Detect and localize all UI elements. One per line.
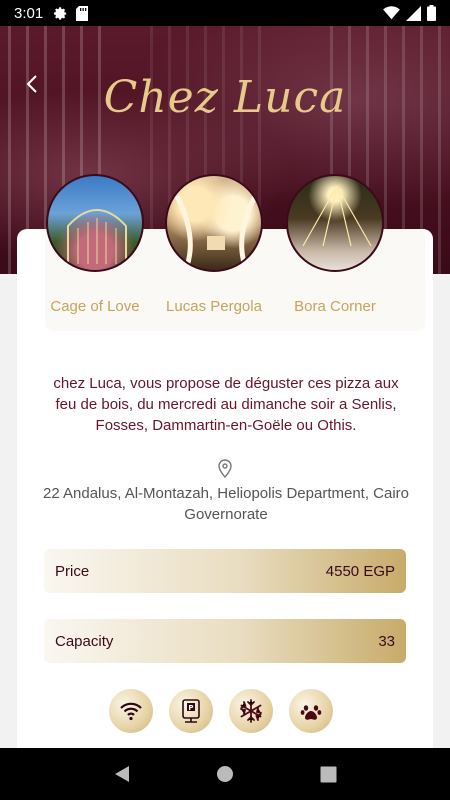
pets-allowed-icon [300,705,322,720]
battery-icon [427,5,436,21]
capacity-label: Capacity [55,632,114,650]
amenity-air-conditioning[interactable] [229,689,273,733]
venue-details-card: Cage of Love Lucas Pergola Bora Corner c… [17,174,433,759]
category-image [46,174,144,272]
nav-recents-button[interactable] [313,759,343,789]
system-navigation-bar [0,748,450,800]
price-label: Price [55,562,90,580]
category-image [165,174,263,272]
category-label: Lucas Pergola [166,298,262,315]
price-value: 4550 EGP [325,562,395,580]
category-cage-of-love[interactable]: Cage of Love [40,174,150,315]
wifi-signal-icon [383,6,400,20]
amenity-wifi[interactable] [109,689,153,733]
venue-description: chez Luca, vous propose de déguster ces … [53,375,399,434]
capacity-row: Capacity 33 [44,619,406,663]
status-time: 3:01 [14,4,44,22]
parking-icon: P [182,699,200,723]
cell-signal-icon [406,5,421,21]
capacity-value: 33 [378,632,395,650]
nav-home-button[interactable] [210,759,240,789]
price-row: Price 4550 EGP [44,549,406,593]
settings-icon [54,6,67,20]
category-image [286,174,384,272]
category-label: Cage of Love [50,298,140,315]
wifi-icon [120,702,142,721]
circle-home-icon [216,766,233,782]
amenity-parking[interactable]: P [169,689,213,733]
amenity-pets-allowed[interactable] [289,689,333,733]
svg-text:P: P [188,704,193,712]
status-bar: 3:01 [0,0,450,26]
square-recents-icon [320,766,337,782]
location-pin-icon [218,459,232,479]
category-label: Bora Corner [294,298,376,315]
category-bora-corner[interactable]: Bora Corner [280,174,390,315]
venue-title: Chez Luca [103,72,347,123]
nav-back-button[interactable] [107,759,137,789]
air-conditioning-icon [240,699,262,723]
venue-address: 22 Andalus, Al-Montazah, Heliopolis Depa… [42,485,410,523]
amenities-list: P [109,689,333,733]
category-lucas-pergola[interactable]: Lucas Pergola [159,174,269,315]
triangle-back-icon [114,766,129,782]
sd-card-icon [76,5,89,21]
